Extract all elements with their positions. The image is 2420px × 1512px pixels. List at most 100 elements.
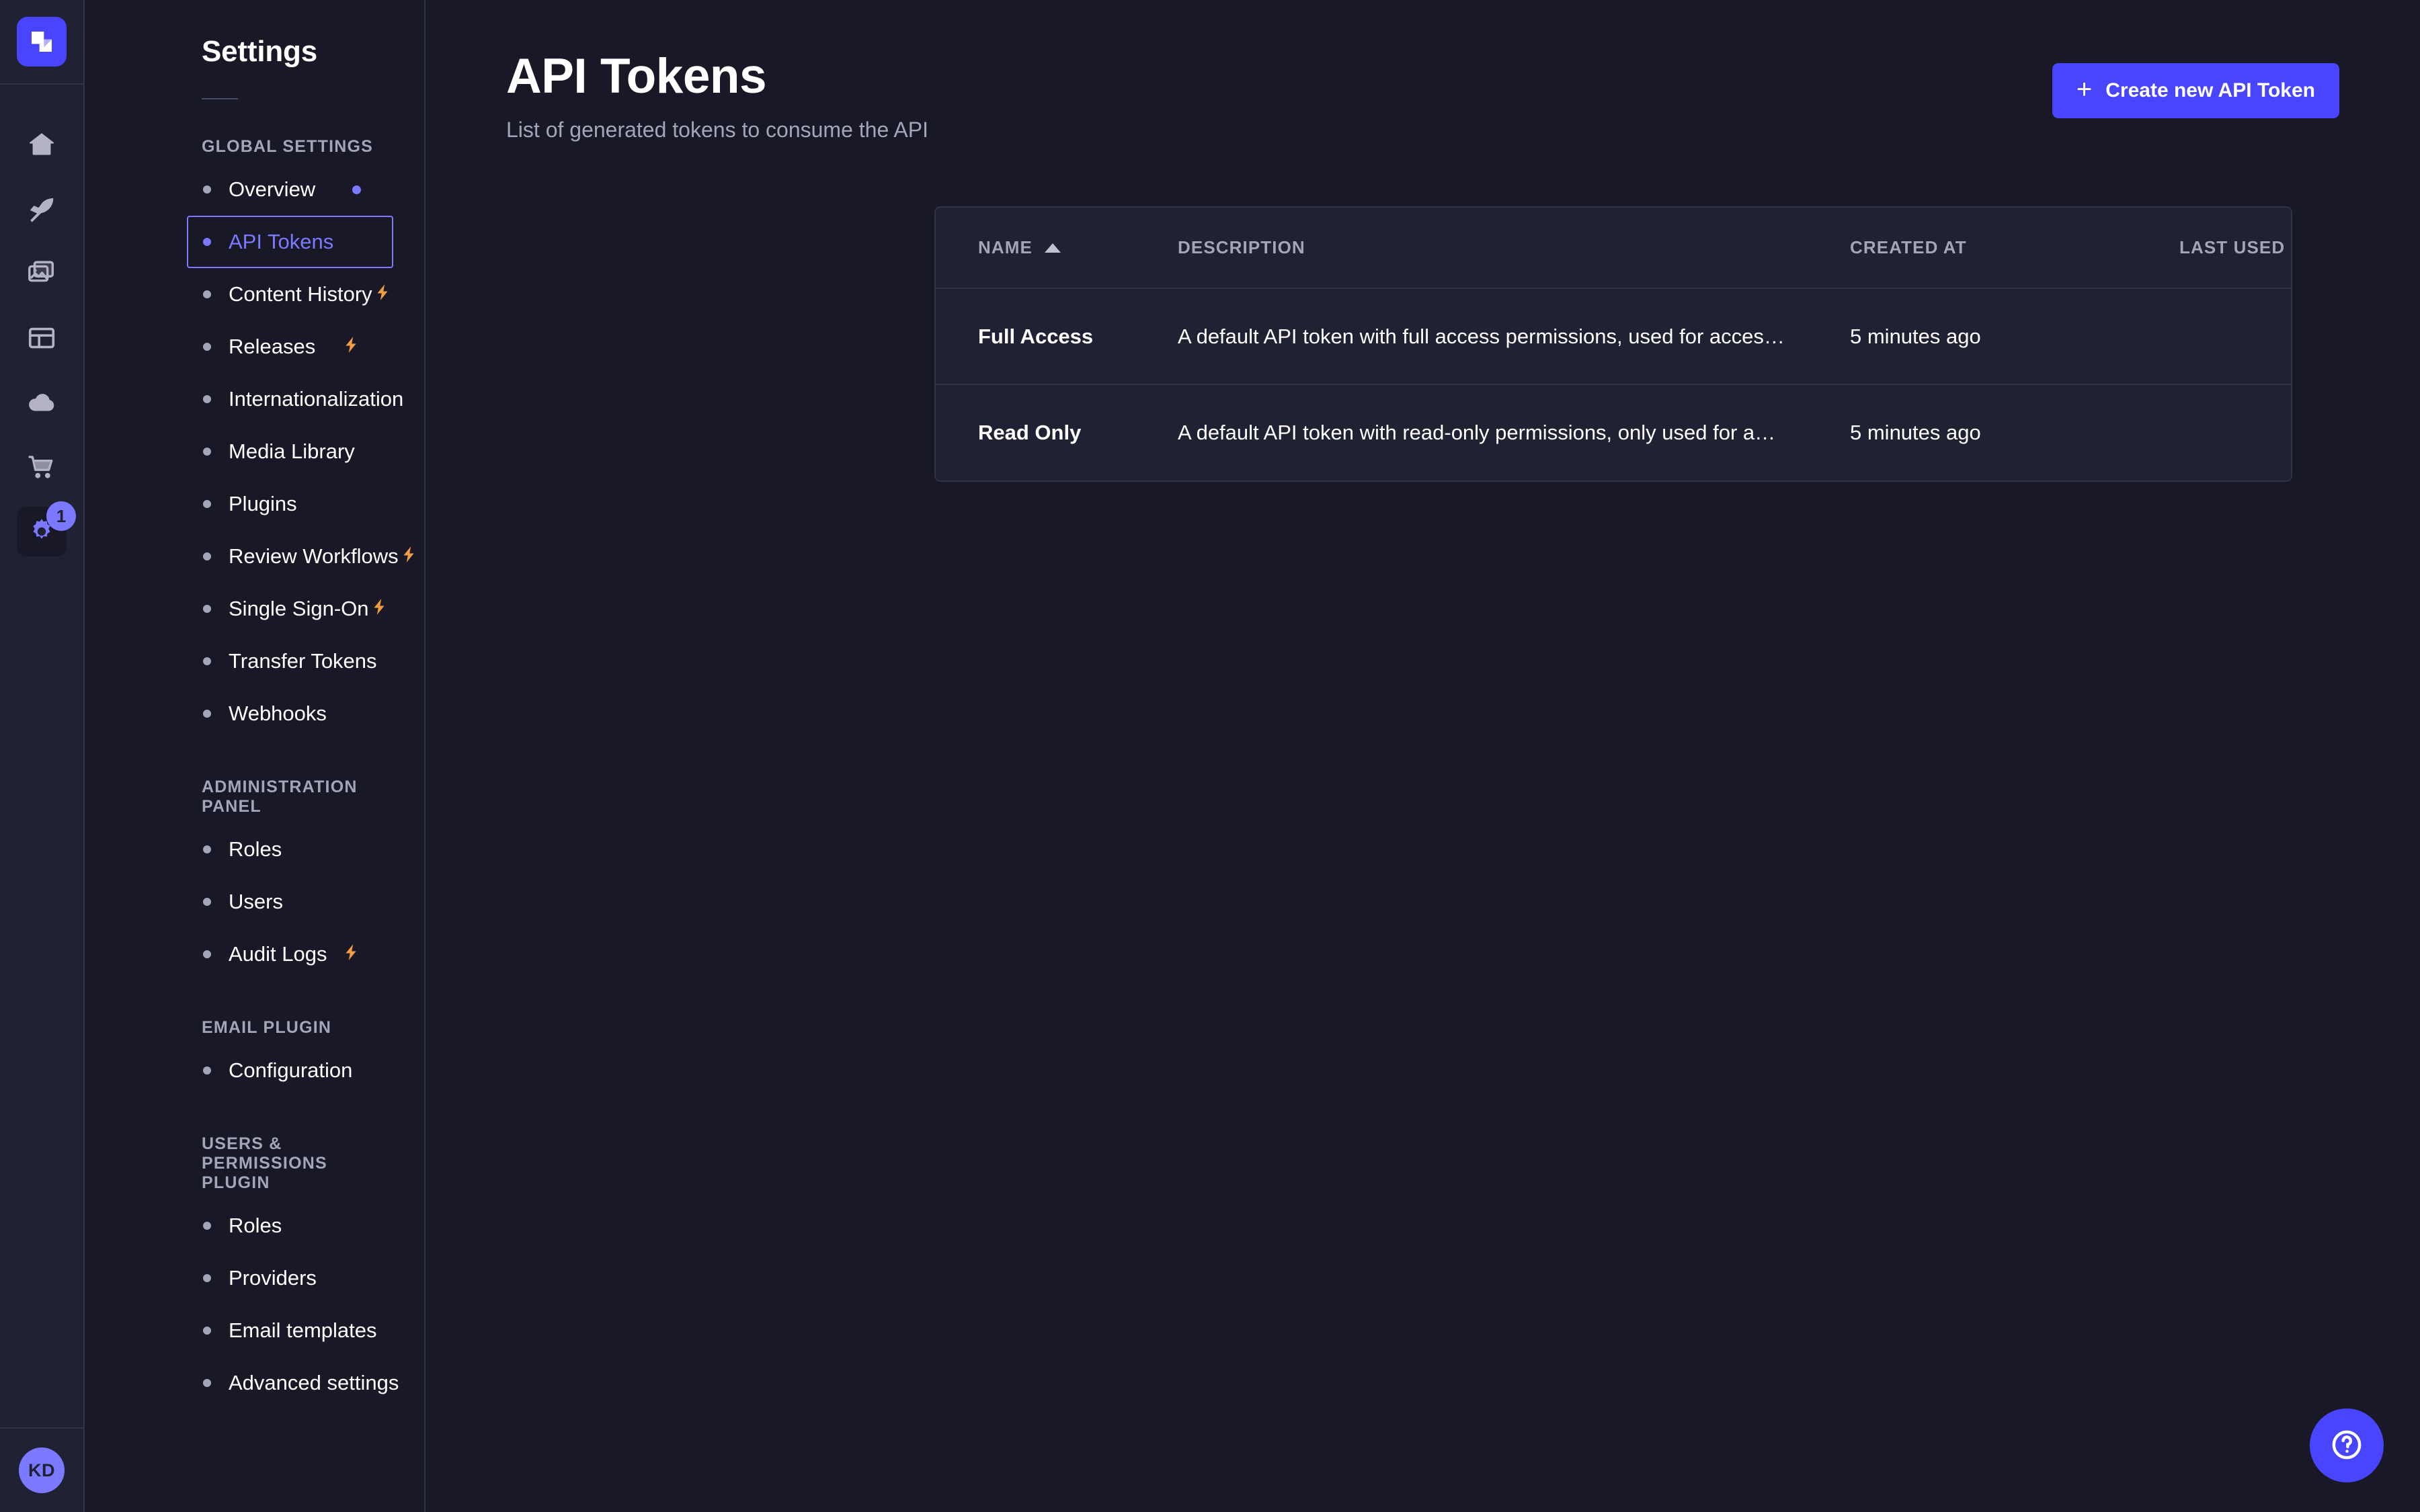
marketplace-cart-icon	[26, 452, 57, 482]
bullet-icon	[203, 1274, 211, 1282]
rail-item-cloud[interactable]	[17, 378, 67, 427]
column-header-last-used[interactable]: LAST USED	[2179, 208, 2292, 288]
sidebar-section-label: GLOBAL SETTINGS	[202, 137, 393, 157]
avatar[interactable]: KD	[19, 1447, 65, 1493]
sidebar-item-users[interactable]: Users	[187, 876, 393, 928]
bullet-icon	[203, 395, 211, 403]
sidebar-item-email-templates[interactable]: Email templates	[187, 1304, 393, 1357]
sidebar-item-label: Plugins	[229, 492, 297, 516]
column-label-created-at: CREATED AT	[1850, 237, 1967, 258]
column-header-name[interactable]: NAME	[936, 208, 1178, 288]
question-mark-icon	[2328, 1426, 2366, 1466]
rail-item-settings[interactable]: 1	[17, 507, 67, 556]
sidebar-item-label: API Tokens	[229, 230, 333, 254]
cell-token-name: Read Only	[936, 384, 1178, 480]
rail-item-home[interactable]	[17, 120, 67, 169]
create-new-api-token-button[interactable]: + Create new API Token	[2052, 63, 2339, 118]
column-header-created-at[interactable]: CREATED AT	[1850, 208, 2179, 288]
content-manager-icon	[26, 194, 57, 224]
sidebar-item-roles[interactable]: Roles	[187, 823, 393, 876]
sidebar-item-label: Content History	[229, 282, 372, 306]
sidebar-item-configuration[interactable]: Configuration	[187, 1044, 393, 1097]
page-subtitle: List of generated tokens to consume the …	[506, 118, 928, 142]
sidebar-item-content-history[interactable]: Content History	[187, 268, 393, 321]
column-header-description[interactable]: DESCRIPTION	[1178, 208, 1850, 288]
settings-notification-badge: 1	[46, 501, 76, 531]
table-row[interactable]: Full AccessA default API token with full…	[936, 288, 2292, 384]
app-root: 1 KD Settings GLOBAL SETTINGS Overview API…	[0, 0, 2420, 1512]
sidebar-item-roles[interactable]: Roles	[187, 1200, 393, 1252]
media-library-icon	[26, 258, 57, 289]
rail-icon-list: 1	[17, 120, 67, 1427]
sidebar-item-audit-logs[interactable]: Audit Logs	[187, 928, 393, 980]
sidebar-item-webhooks[interactable]: Webhooks	[187, 687, 393, 740]
cell-last-used	[2179, 288, 2292, 384]
sidebar-item-label: Advanced settings	[229, 1371, 399, 1395]
sidebar-item-media-library[interactable]: Media Library	[187, 425, 393, 478]
bullet-icon	[203, 898, 211, 906]
sidebar-nav-list: RolesProvidersEmail templatesAdvanced se…	[202, 1200, 393, 1409]
sidebar-item-internationalization[interactable]: Internationalization	[187, 373, 393, 425]
strapi-logo-icon[interactable]	[17, 17, 67, 67]
sidebar-item-providers[interactable]: Providers	[187, 1252, 393, 1304]
sidebar-item-label: Email templates	[229, 1318, 377, 1343]
sidebar-item-single-sign-on[interactable]: Single Sign-On	[187, 583, 393, 635]
bullet-icon	[203, 448, 211, 456]
cell-token-description: A default API token with read-only permi…	[1178, 384, 1850, 480]
lightning-bolt-icon	[372, 282, 393, 306]
table-head: NAME DESCRIPTION CREATED AT LAST USED	[936, 208, 2292, 288]
lightning-bolt-icon	[369, 597, 389, 621]
sidebar-section-label: ADMINISTRATION PANEL	[202, 778, 393, 816]
sidebar-item-label: Webhooks	[229, 702, 327, 726]
page-header: API Tokens List of generated tokens to c…	[426, 0, 2420, 142]
table-row[interactable]: Read OnlyA default API token with read-o…	[936, 384, 2292, 480]
sidebar-divider	[202, 98, 238, 99]
sidebar-item-advanced-settings[interactable]: Advanced settings	[187, 1357, 393, 1409]
bullet-icon	[203, 343, 211, 351]
primary-nav-rail: 1 KD	[0, 0, 85, 1512]
rail-item-content-manager[interactable]	[17, 184, 67, 234]
sidebar-item-label: Internationalization	[229, 387, 403, 411]
sidebar-item-label: Users	[229, 890, 283, 914]
sidebar-item-transfer-tokens[interactable]: Transfer Tokens	[187, 635, 393, 687]
bullet-icon	[203, 710, 211, 718]
bullet-icon	[203, 657, 211, 665]
status-indicator-dot	[352, 185, 361, 194]
cell-created-at: 5 minutes ago	[1850, 288, 2179, 384]
bullet-icon	[203, 500, 211, 508]
lightning-bolt-icon	[341, 942, 361, 966]
sidebar-item-label: Configuration	[229, 1058, 352, 1083]
help-button[interactable]	[2310, 1409, 2384, 1482]
plus-icon: +	[2076, 76, 2092, 103]
user-avatar-container: KD	[0, 1427, 83, 1512]
sidebar-item-label: Roles	[229, 1214, 282, 1238]
sidebar-item-releases[interactable]: Releases	[187, 321, 393, 373]
sidebar-nav-list: Configuration	[202, 1044, 393, 1097]
sidebar-item-overview[interactable]: Overview	[187, 163, 393, 216]
bullet-icon	[203, 950, 211, 958]
column-label-last-used: LAST USED	[2179, 237, 2285, 258]
rail-item-media-library[interactable]	[17, 249, 67, 298]
sidebar-item-api-tokens[interactable]: API Tokens	[187, 216, 393, 268]
sort-ascending-icon[interactable]	[1045, 243, 1061, 253]
settings-sidebar: Settings GLOBAL SETTINGS Overview API Toke…	[85, 0, 426, 1512]
sidebar-title: Settings	[202, 35, 393, 69]
sidebar-item-label: Transfer Tokens	[229, 649, 377, 673]
sidebar-section-label: EMAIL PLUGIN	[202, 1018, 393, 1038]
lightning-bolt-icon	[399, 544, 419, 569]
cloud-icon	[26, 387, 57, 418]
sidebar-item-review-workflows[interactable]: Review Workflows	[187, 530, 393, 583]
sidebar-sections: GLOBAL SETTINGS Overview API Tokens Content…	[85, 137, 424, 1409]
rail-item-marketplace[interactable]	[17, 442, 67, 492]
sidebar-item-label: Media Library	[229, 439, 355, 464]
table-header-row: NAME DESCRIPTION CREATED AT LAST USED	[936, 208, 2292, 288]
column-label-description: DESCRIPTION	[1178, 237, 1305, 258]
bullet-icon	[203, 238, 211, 246]
sidebar-nav-list: OverviewAPI TokensContent HistoryRelease…	[202, 163, 393, 740]
bullet-icon	[203, 845, 211, 853]
sidebar-item-label: Review Workflows	[229, 544, 399, 569]
bullet-icon	[203, 290, 211, 298]
sidebar-item-plugins[interactable]: Plugins	[187, 478, 393, 530]
main-content: API Tokens List of generated tokens to c…	[426, 0, 2420, 1512]
rail-item-content-type-builder[interactable]	[17, 313, 67, 363]
